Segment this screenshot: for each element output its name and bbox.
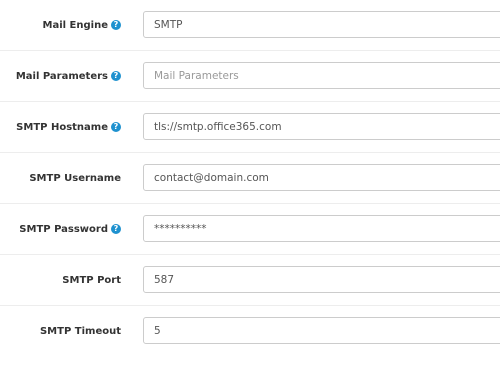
label-smtp-timeout: SMTP Timeout (40, 306, 121, 356)
help-icon[interactable]: ? (111, 122, 121, 132)
form-row-smtp-hostname: SMTP Hostname ? (0, 102, 500, 153)
label-mail-parameters-text: Mail Parameters (15, 70, 108, 82)
smtp-hostname-input[interactable] (143, 113, 500, 140)
form-row-smtp-username: SMTP Username (0, 153, 500, 204)
label-smtp-password-text: SMTP Password (19, 223, 108, 235)
form-row-smtp-password: SMTP Password ? (0, 204, 500, 255)
form-row-mail-engine: Mail Engine ? SMTP (0, 0, 500, 51)
label-smtp-username: SMTP Username (29, 153, 121, 203)
mail-parameters-input[interactable] (143, 62, 500, 89)
mail-engine-selected-value: SMTP (154, 18, 183, 31)
label-smtp-hostname: SMTP Hostname ? (16, 102, 121, 152)
smtp-password-input[interactable] (143, 215, 500, 242)
help-icon[interactable]: ? (111, 20, 121, 30)
form-row-smtp-timeout: SMTP Timeout (0, 306, 500, 356)
help-icon[interactable]: ? (111, 224, 121, 234)
label-smtp-port: SMTP Port (62, 255, 121, 305)
form-row-smtp-port: SMTP Port (0, 255, 500, 306)
label-smtp-hostname-text: SMTP Hostname (16, 121, 108, 133)
label-smtp-timeout-text: SMTP Timeout (39, 325, 121, 337)
label-mail-engine-text: Mail Engine (42, 19, 108, 31)
smtp-port-input[interactable] (143, 266, 500, 293)
help-icon[interactable]: ? (111, 71, 121, 81)
label-mail-engine: Mail Engine ? (43, 0, 121, 50)
label-smtp-password: SMTP Password ? (19, 204, 121, 254)
label-smtp-username-text: SMTP Username (29, 172, 121, 184)
mail-settings-form: Mail Engine ? SMTP Mail Parameters ? SMT… (0, 0, 500, 356)
form-row-mail-parameters: Mail Parameters ? (0, 51, 500, 102)
label-smtp-port-text: SMTP Port (62, 274, 121, 286)
smtp-timeout-input[interactable] (143, 317, 500, 344)
mail-engine-select[interactable]: SMTP (143, 11, 500, 38)
label-mail-parameters: Mail Parameters ? (16, 51, 121, 101)
smtp-username-input[interactable] (143, 164, 500, 191)
